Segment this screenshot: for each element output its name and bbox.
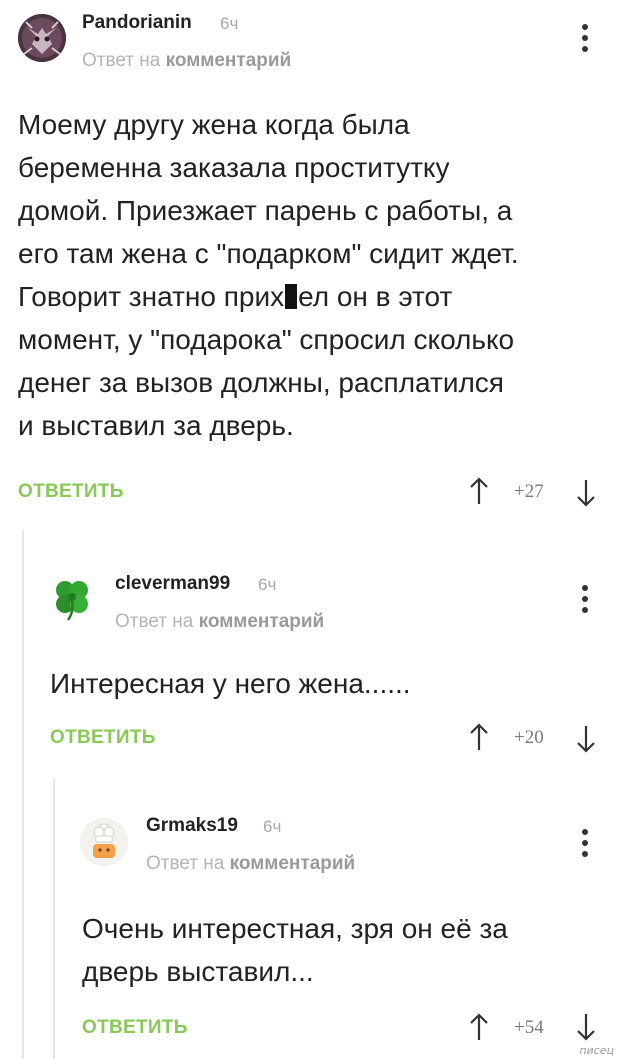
- clover-avatar-icon: [56, 581, 88, 621]
- comment-line: беременна заказала проститутку: [18, 152, 450, 183]
- comment-line: и выставил за дверь.: [18, 410, 294, 441]
- arrow-down-icon[interactable]: [575, 478, 597, 508]
- reply-to-line: Ответ на комментарий: [115, 611, 324, 633]
- censor-block: [285, 284, 298, 309]
- avatar[interactable]: [48, 574, 96, 622]
- username[interactable]: Pandorianin: [82, 12, 192, 34]
- comment-line: дверь выставил...: [82, 956, 314, 987]
- more-options-button[interactable]: [581, 24, 589, 52]
- comment-line: Моему другу жена когда была: [18, 109, 410, 140]
- arrow-up-icon[interactable]: [468, 476, 490, 506]
- comment-line: его там жена с "подарком" сидит ждет.: [18, 238, 519, 269]
- comment-body: Интересная у него жена......: [50, 662, 610, 705]
- reply-target-link[interactable]: комментарий: [199, 611, 325, 632]
- reply-target-link[interactable]: комментарий: [166, 50, 292, 71]
- timestamp: 6ч: [220, 14, 239, 33]
- more-options-button[interactable]: [581, 585, 589, 613]
- reply-prefix: Ответ на: [146, 853, 225, 874]
- arrow-up-icon[interactable]: [468, 722, 490, 752]
- comment-line: момент, у "подарока" спросил сколько: [18, 324, 515, 355]
- timestamp: 6ч: [263, 817, 282, 836]
- reply-prefix: Ответ на: [82, 50, 161, 71]
- username[interactable]: Grmaks19: [146, 815, 238, 837]
- thread-line-level-2: [53, 778, 55, 1059]
- reply-button[interactable]: ОТВЕТИТЬ: [82, 1017, 188, 1039]
- avatar[interactable]: [80, 818, 128, 866]
- more-vertical-icon: [582, 829, 588, 835]
- more-options-button[interactable]: [581, 829, 589, 857]
- comment-line: домой. Приезжает парень с работы, а: [18, 195, 513, 226]
- reply-to-line: Ответ на комментарий: [146, 853, 355, 875]
- arrow-down-icon[interactable]: [575, 724, 597, 754]
- comment-body: Моему другу жена когда была беременна за…: [18, 103, 608, 447]
- arrow-up-icon[interactable]: [468, 1012, 490, 1042]
- rating-value: +27: [514, 481, 544, 502]
- rating-value: +54: [514, 1017, 544, 1038]
- reply-to-line: Ответ на комментарий: [82, 50, 291, 72]
- more-vertical-icon: [582, 585, 588, 591]
- reply-target-link[interactable]: комментарий: [230, 853, 356, 874]
- comment-line: Говорит знатно прих ел он в этот: [18, 275, 608, 318]
- chef-avatar-icon: [80, 818, 128, 866]
- more-vertical-icon: [582, 24, 588, 30]
- reply-button[interactable]: ОТВЕТИТЬ: [18, 481, 124, 503]
- avatar[interactable]: [18, 14, 66, 62]
- rating-value: +20: [514, 727, 544, 748]
- comment-line-part: ел он в этот: [298, 281, 453, 312]
- reply-button[interactable]: ОТВЕТИТЬ: [50, 727, 156, 749]
- mask-avatar-icon: [18, 14, 66, 62]
- thread-line-level-1: [22, 530, 24, 1059]
- comment-line-part: Говорит знатно прих: [18, 281, 285, 312]
- comment-line: денег за вызов должны, расплатился: [18, 367, 504, 398]
- comment-body: Очень интерестная, зря он её за дверь вы…: [82, 907, 612, 993]
- arrow-down-icon[interactable]: [575, 1012, 597, 1042]
- timestamp: 6ч: [258, 575, 277, 594]
- reply-prefix: Ответ на: [115, 611, 194, 632]
- comment-line: Интересная у него жена......: [50, 668, 411, 699]
- comment-line: Очень интерестная, зря он её за: [82, 913, 508, 944]
- username[interactable]: cleverman99: [115, 573, 230, 595]
- watermark: писец: [579, 1044, 614, 1057]
